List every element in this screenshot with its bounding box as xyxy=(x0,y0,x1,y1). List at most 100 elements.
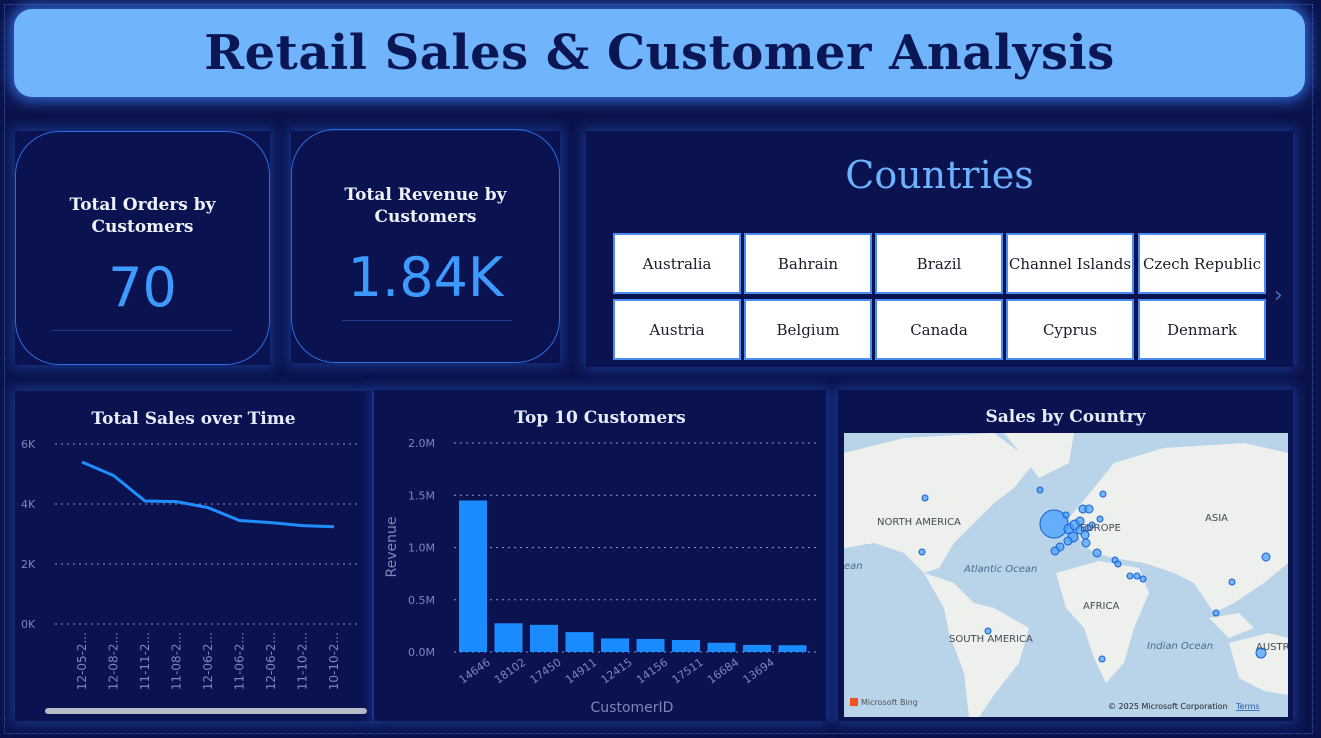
y-tick-label: 1.5M xyxy=(408,489,435,502)
sales-bubble xyxy=(1096,515,1104,523)
chart-title: Sales by Country xyxy=(985,407,1146,427)
x-tick-label: 13694 xyxy=(741,656,777,687)
y-tick-label: 0.0M xyxy=(408,646,435,659)
page-title: Retail Sales & Customer Analysis xyxy=(204,25,1115,81)
x-tick-label: 18102 xyxy=(492,656,528,687)
sales-bubble xyxy=(1092,548,1102,558)
bar xyxy=(565,632,594,652)
y-tick-label: 0.5M xyxy=(408,594,435,607)
kpi-panel-orders: Total Orders by Customers 70 xyxy=(15,131,270,365)
y-tick-label: 6K xyxy=(21,438,36,451)
countries-title: Countries xyxy=(845,153,1034,197)
sales-bubble xyxy=(921,494,929,502)
top-customers-panel: Top 10 Customers 2.0M 1.5M 1.0M 0.5M 0.0M 146… xyxy=(374,390,826,721)
map-svg: NORTH AMERICA ASIA EUROPE Atlantic Ocean… xyxy=(844,433,1288,717)
x-axis-title: CustomerID xyxy=(591,700,674,716)
sales-bubble xyxy=(1036,486,1044,494)
x-tick-label: 12415 xyxy=(599,656,635,687)
y-axis-title: Revenue xyxy=(384,517,400,578)
sales-bubble xyxy=(918,548,926,556)
x-tick-label: 11-10-2... xyxy=(296,632,310,690)
y-tick-label: 2K xyxy=(21,558,36,571)
world-map[interactable]: NORTH AMERICA ASIA EUROPE Atlantic Ocean… xyxy=(844,433,1288,717)
sales-bubble xyxy=(1261,552,1271,562)
kpi-baseline xyxy=(342,320,512,321)
sales-bubble xyxy=(1212,609,1220,617)
x-tick-label: 14646 xyxy=(457,656,493,687)
chevron-right-icon[interactable]: › xyxy=(1274,283,1283,308)
sales-bubble xyxy=(1126,572,1134,580)
map-label: NORTH AMERICA xyxy=(877,517,961,528)
country-tile[interactable]: Denmark xyxy=(1138,299,1266,360)
map-label: AFRICA xyxy=(1083,601,1119,612)
country-tile[interactable]: Bahrain xyxy=(744,233,872,294)
map-label: SOUTH AMERICA xyxy=(949,634,1033,645)
map-label: Atlantic Ocean xyxy=(963,564,1037,575)
bar xyxy=(743,644,771,652)
map-provider: Microsoft Bing xyxy=(861,698,918,707)
sales-bubble xyxy=(1139,575,1147,583)
country-tile[interactable]: Canada xyxy=(875,299,1003,360)
line-chart: 6K 4K 2K 0K 12-05-2... 12-08-2... 11-11-2... 11… xyxy=(21,438,367,714)
kpi-baseline xyxy=(52,330,232,331)
map-label: EUROPE xyxy=(1080,523,1121,534)
sales-bubble xyxy=(1062,511,1070,519)
x-tick-label: 17450 xyxy=(528,656,564,687)
map-label: Indian Ocean xyxy=(1147,641,1213,652)
x-tick-label: 16684 xyxy=(705,656,741,687)
bar xyxy=(672,639,700,652)
country-tile[interactable]: Austria xyxy=(613,299,741,360)
country-tile[interactable]: Czech Republic xyxy=(1138,233,1266,294)
bing-logo-icon xyxy=(850,698,858,706)
kpi-value: 1.84K xyxy=(347,246,504,309)
kpi-label: Total Orders by Customers xyxy=(69,195,216,237)
x-tick-label: 12-08-2... xyxy=(107,632,121,690)
x-tick-label: 12-06-2... xyxy=(201,632,215,690)
map-label: ean xyxy=(844,561,863,572)
bar xyxy=(459,500,487,652)
title-banner: Retail Sales & Customer Analysis xyxy=(14,9,1305,97)
country-tile[interactable]: Cyprus xyxy=(1006,299,1134,360)
x-tick-label: 10-10-2... xyxy=(327,632,341,690)
bar xyxy=(778,645,807,652)
country-tile[interactable]: Brazil xyxy=(875,233,1003,294)
sales-bubble xyxy=(1063,536,1073,546)
x-tick-label: 17511 xyxy=(670,656,706,687)
kpi-value: 70 xyxy=(108,256,177,319)
country-tile[interactable]: Australia xyxy=(613,233,741,294)
map-label: ASIA xyxy=(1205,513,1228,524)
bar-chart: 2.0M 1.5M 1.0M 0.5M 0.0M 14646 18102 17450 14911… xyxy=(384,437,820,716)
y-tick-label: 0K xyxy=(21,618,36,631)
bar xyxy=(601,638,629,652)
sales-over-time-panel: Total Sales over Time 6K 4K 2K 0K 12-05-2...… xyxy=(15,391,372,721)
sales-bubble xyxy=(1228,578,1236,586)
bar xyxy=(494,623,523,652)
country-tile[interactable]: Belgium xyxy=(744,299,872,360)
sales-bubble xyxy=(1050,546,1060,556)
kpi-card-revenue[interactable]: Total Revenue by Customers 1.84K xyxy=(291,129,560,363)
x-tick-label: 14156 xyxy=(634,656,670,687)
bar xyxy=(530,624,558,652)
map-label: AUSTRAL xyxy=(1256,642,1288,653)
map-attribution: © 2025 Microsoft Corporation xyxy=(1108,702,1228,711)
y-tick-label: 4K xyxy=(21,498,36,511)
scrollbar[interactable] xyxy=(45,708,367,714)
kpi-panel-revenue: Total Revenue by Customers 1.84K xyxy=(291,129,560,363)
kpi-card-orders[interactable]: Total Orders by Customers 70 xyxy=(15,131,270,365)
x-tick-label: 12-05-2... xyxy=(75,632,89,690)
bar xyxy=(707,642,736,652)
x-tick-label: 11-11-2... xyxy=(138,632,152,690)
sales-bubble xyxy=(1114,560,1122,568)
x-tick-label: 12-06-2... xyxy=(264,632,278,690)
map-terms-link[interactable]: Terms xyxy=(1235,702,1260,711)
sales-bubble xyxy=(1133,572,1141,580)
bar xyxy=(636,638,665,652)
x-tick-label: 11-06-2... xyxy=(233,632,247,690)
countries-slicer-panel: Countries Australia Bahrain Brazil Chann… xyxy=(586,131,1293,367)
x-tick-label: 14911 xyxy=(563,656,599,687)
y-tick-label: 2.0M xyxy=(408,437,435,450)
country-tile[interactable]: Channel Islands xyxy=(1006,233,1134,294)
sales-line xyxy=(81,460,335,529)
kpi-label: Total Revenue by Customers xyxy=(344,185,507,227)
sales-bubble xyxy=(1081,538,1091,548)
